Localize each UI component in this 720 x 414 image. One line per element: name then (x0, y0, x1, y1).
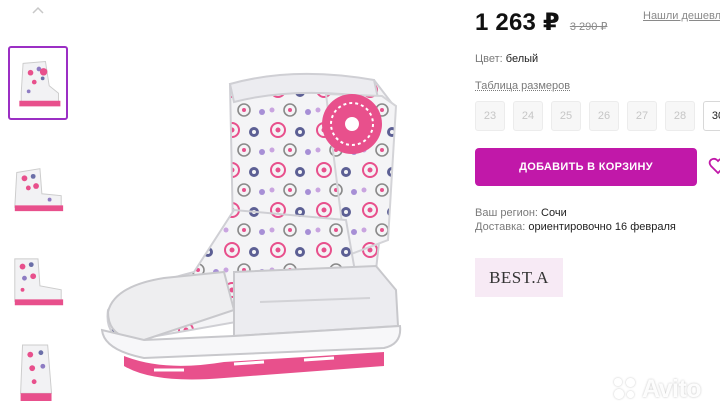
size-option[interactable]: 23 (475, 101, 505, 131)
thumbnail-boot-side[interactable] (8, 150, 68, 224)
size-option[interactable]: 24 (513, 101, 543, 131)
color-row: Цвет: белый (475, 53, 538, 65)
delivery-value: ориентировочно 16 февраля (528, 221, 676, 233)
region-row: Ваш регион: Сочи (475, 207, 567, 219)
thumbnail-boot-top[interactable] (8, 336, 68, 410)
price-row: 1 263 ₽ 3 290 ₽ (475, 8, 607, 40)
delivery-row: Доставка: ориентировочно 16 февраля (475, 221, 676, 233)
avito-logo-icon (612, 376, 638, 402)
brand-logo[interactable]: BEST.A (475, 258, 563, 297)
found-cheaper-link[interactable]: Нашли дешевле? (643, 10, 720, 26)
size-option[interactable]: 30 (703, 101, 720, 131)
heart-icon[interactable] (708, 156, 720, 176)
price: 1 263 ₽ (475, 9, 560, 36)
old-price: 3 290 ₽ (569, 21, 608, 33)
size-table-link[interactable]: Таблица размеров (475, 80, 570, 92)
region-label: Ваш регион: (475, 207, 538, 219)
color-label: Цвет: (475, 53, 503, 65)
avito-watermark: Avito (612, 372, 720, 406)
thumbnail-boot-front[interactable] (8, 46, 68, 120)
size-option[interactable]: 28 (665, 101, 695, 131)
watermark-text: Avito (642, 374, 702, 403)
delivery-label: Доставка: (475, 221, 526, 233)
size-selector: 23 24 25 26 27 28 30 (475, 101, 720, 131)
chevron-up-icon[interactable] (31, 4, 45, 18)
brand-logo-text: BEST.A (489, 267, 549, 287)
color-value: белый (505, 53, 539, 65)
product-main-image[interactable] (84, 40, 450, 410)
add-to-cart-button[interactable]: ДОБАВИТЬ В КОРЗИНУ (475, 148, 697, 186)
size-option[interactable]: 25 (551, 101, 581, 131)
thumbnail-boot-back[interactable] (8, 246, 68, 320)
size-option[interactable]: 26 (589, 101, 619, 131)
size-option[interactable]: 27 (627, 101, 657, 131)
region-value: Сочи (541, 207, 567, 219)
